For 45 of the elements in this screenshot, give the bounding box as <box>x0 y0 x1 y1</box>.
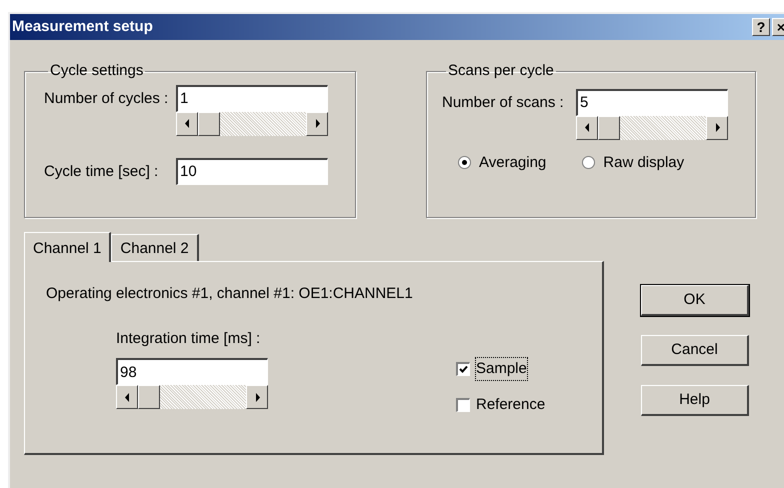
right-arrow-icon <box>314 119 320 128</box>
tab[interactable]: Channel 2 <box>111 234 199 261</box>
scroll-left-button[interactable] <box>116 385 138 409</box>
scroll-bar[interactable] <box>176 112 328 136</box>
input-field[interactable]: 98 <box>116 358 268 385</box>
radio-option[interactable]: Averaging <box>458 152 546 174</box>
channel-description: Operating electronics #1, channel #1: OE1:CHANNEL1 <box>46 284 414 304</box>
scroll-thumb[interactable] <box>198 112 220 136</box>
scroll-right-button[interactable] <box>706 116 728 140</box>
dialog-button[interactable]: Help <box>641 385 749 416</box>
group-title: Scans per cycle <box>447 61 555 81</box>
field-label: Number of cycles : <box>44 88 170 108</box>
dialog-button[interactable]: OK <box>641 285 749 316</box>
radio-option[interactable]: Raw display <box>582 152 684 174</box>
scroll-thumb[interactable] <box>598 116 620 140</box>
scroll-right-button[interactable] <box>306 112 328 136</box>
right-arrow-icon <box>714 123 720 132</box>
check-icon <box>459 365 468 374</box>
scroll-right-button[interactable] <box>246 385 268 409</box>
scroll-bar[interactable] <box>116 385 268 409</box>
input-field[interactable]: 10 <box>176 158 328 184</box>
field-label: Number of scans : <box>442 92 565 112</box>
group-title: Cycle settings <box>49 61 144 81</box>
help-button[interactable]: ? <box>752 18 770 36</box>
field-label: Cycle time [sec] : <box>44 162 160 182</box>
scroll-thumb[interactable] <box>138 385 160 409</box>
tab[interactable]: Channel 1 <box>24 232 112 262</box>
checkbox-option[interactable]: Sample <box>456 358 546 380</box>
checkbox[interactable] <box>456 362 470 376</box>
left-arrow-icon <box>584 123 590 132</box>
left-arrow-icon <box>184 119 190 128</box>
input-field[interactable]: 5 <box>576 88 728 116</box>
field-label: Integration time [ms] : <box>116 328 262 348</box>
scroll-bar[interactable] <box>576 116 728 140</box>
checkbox-option[interactable]: Reference <box>456 394 546 416</box>
scroll-left-button[interactable] <box>176 112 198 136</box>
radio-button[interactable] <box>458 156 471 170</box>
checkbox[interactable] <box>456 398 470 412</box>
input-field[interactable]: 1 <box>176 84 328 112</box>
radio-button[interactable] <box>582 156 596 170</box>
left-arrow-icon <box>124 392 130 402</box>
right-arrow-icon <box>254 392 260 402</box>
dialog-button[interactable]: Cancel <box>641 335 749 366</box>
scroll-left-button[interactable] <box>576 116 598 140</box>
window-title: Measurement setup <box>12 16 154 37</box>
